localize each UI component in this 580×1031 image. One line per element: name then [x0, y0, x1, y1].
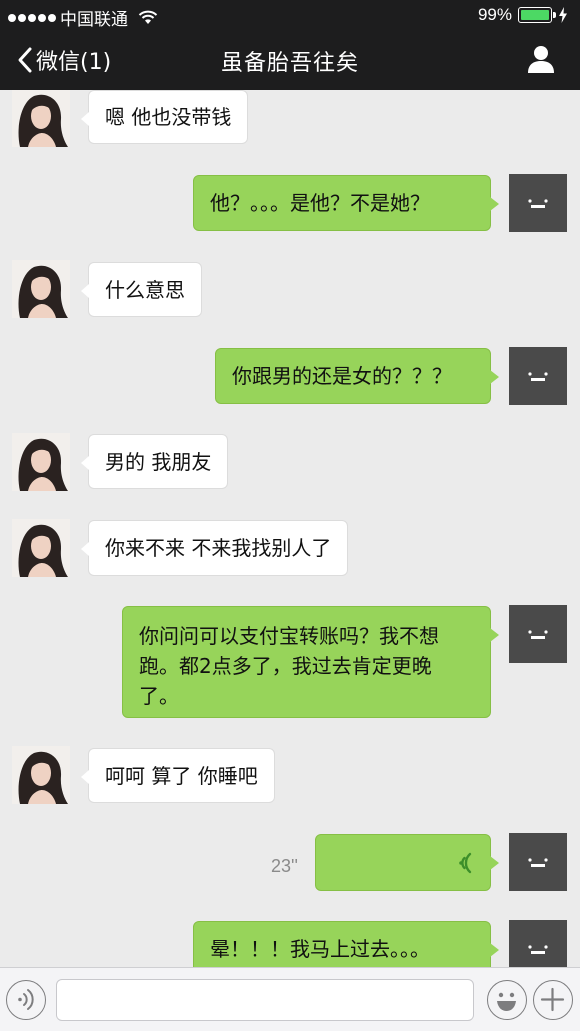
incoming-message[interactable]: 呵呵 算了 你睡吧 [81, 748, 275, 803]
my-avatar[interactable] [509, 833, 567, 891]
message-list[interactable]: 嗯 他也没带钱 他？。。。是他？不是她？ 什么意思 你跟男的还是女的？？？ 男的… [0, 90, 580, 967]
outgoing-message[interactable]: 晕！！！我马上过去。。。 [193, 921, 499, 967]
carrier-label: 中国联通 [60, 10, 128, 29]
add-icon [540, 987, 565, 1012]
outgoing-message[interactable]: 你问问可以支付宝转账吗？我不想 跑。都2点多了，我过去肯定更晚 了。 [122, 606, 499, 718]
my-avatar-image [509, 347, 567, 405]
voice-input-icon [18, 989, 34, 1010]
signal-dots-icon [8, 13, 56, 22]
message-text: 嗯 他也没带钱 [105, 105, 232, 129]
contact-avatar[interactable] [12, 433, 70, 491]
message-text: 他？。。。是他？不是她？ [210, 191, 430, 215]
contact-avatar[interactable] [12, 260, 70, 318]
message-line: 跑。都2点多了，我过去肯定更晚 [139, 654, 432, 678]
battery-icon [518, 7, 556, 23]
contact-avatar[interactable] [12, 519, 70, 577]
my-avatar-image [509, 605, 567, 663]
my-avatar[interactable] [509, 920, 567, 967]
my-avatar[interactable] [509, 605, 567, 663]
voice-wave-icon [459, 852, 472, 873]
message-text: 你跟男的还是女的？？？ [232, 364, 452, 388]
contact-avatar-image [12, 746, 70, 804]
my-avatar-image [509, 920, 567, 967]
voice-duration: 23'' [271, 856, 298, 876]
message-text: 呵呵 算了 你睡吧 [105, 763, 258, 788]
contact-avatar[interactable] [12, 746, 70, 804]
incoming-message[interactable]: 你来不来 不来我找别人了 [80, 520, 349, 576]
profile-icon[interactable] [526, 44, 556, 74]
contact-avatar-image [12, 260, 70, 318]
contact-avatar-image [12, 90, 70, 147]
outgoing-message[interactable]: 他？。。。是他？不是她？ [193, 175, 499, 231]
outgoing-voice-message[interactable] [315, 834, 499, 891]
charging-bolt-icon [559, 7, 567, 23]
contact-avatar[interactable] [12, 90, 70, 147]
my-avatar-image [509, 833, 567, 891]
message-input[interactable] [56, 979, 474, 1021]
status-bar: 中国联通 99% [0, 0, 580, 30]
message-text: 男的 我朋友 [105, 449, 212, 474]
status-bar-right: 99% [478, 5, 568, 25]
wifi-icon [138, 10, 158, 24]
status-bar-left: 中国联通 [8, 5, 158, 30]
message-line: 你问问可以支付宝转账吗？我不想 [139, 624, 439, 648]
message-text: 你问问可以支付宝转账吗？我不想 跑。都2点多了，我过去肯定更晚 了。 [139, 621, 439, 711]
incoming-message[interactable]: 嗯 他也没带钱 [80, 90, 249, 144]
message-text: 什么意思 [105, 277, 185, 302]
message-text: 你来不来 不来我找别人了 [105, 536, 332, 560]
my-avatar-image [509, 174, 567, 232]
emoji-button[interactable] [487, 980, 527, 1020]
battery-percent: 99% [477, 5, 512, 24]
incoming-message[interactable]: 男的 我朋友 [80, 434, 229, 489]
contact-avatar-image [12, 519, 70, 577]
voice-input-button[interactable] [6, 980, 46, 1020]
battery-level [521, 10, 549, 20]
emoji-icon [497, 992, 516, 1011]
add-button[interactable] [533, 980, 573, 1020]
my-avatar[interactable] [509, 347, 567, 405]
chat-title: 虽备胎吾往矣 [220, 51, 359, 76]
nav-bar: 微信(1) 虽备胎吾往矣 [0, 30, 580, 90]
my-avatar[interactable] [509, 174, 567, 232]
contact-avatar-image [12, 433, 70, 491]
outgoing-message[interactable]: 你跟男的还是女的？？？ [215, 348, 499, 404]
message-text: 晕！！！我马上过去。。。 [210, 937, 430, 961]
message-line: 了。 [139, 684, 179, 708]
input-bar [0, 967, 580, 1031]
incoming-message[interactable]: 什么意思 [81, 262, 202, 317]
